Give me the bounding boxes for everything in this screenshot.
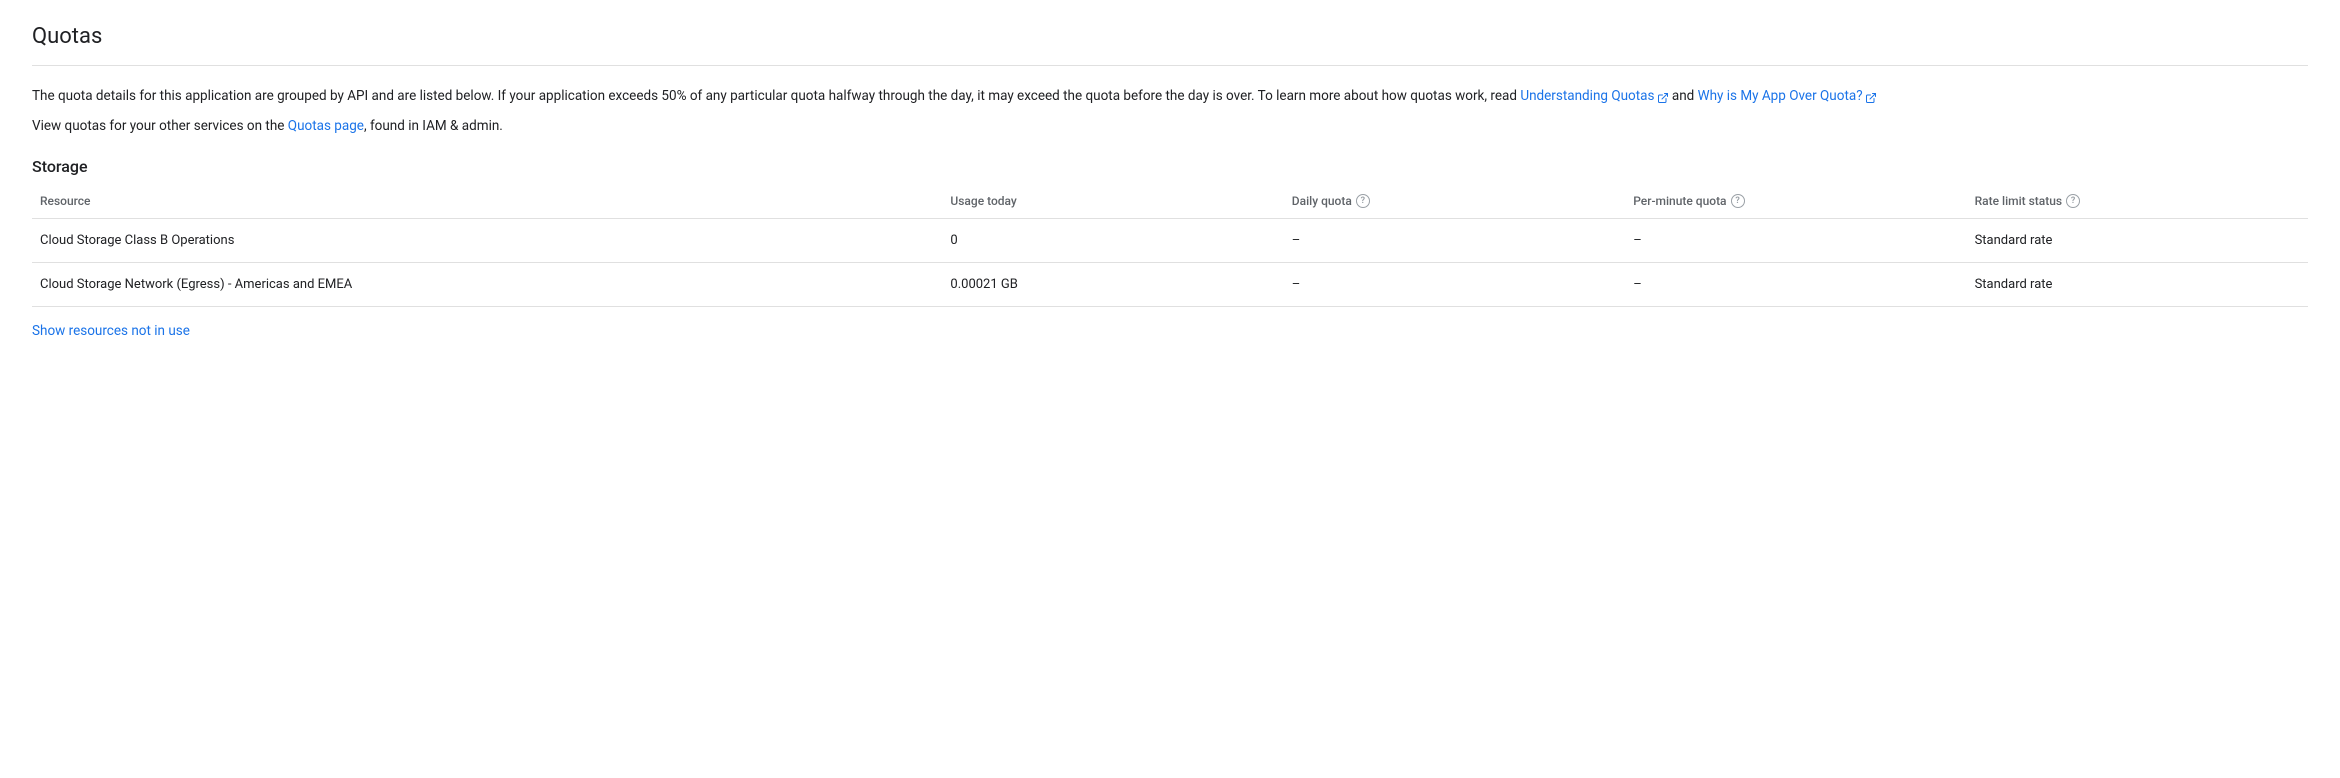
table-body: Cloud Storage Class B Operations0––Stand… — [32, 219, 2308, 307]
storage-section-title: Storage — [32, 157, 2308, 176]
cell-usage-1: 0.00021 GB — [942, 263, 1283, 307]
app-over-quota-link[interactable]: Why is My App Over Quota? — [1698, 88, 1877, 104]
table-header: Resource Usage today Daily quota ? Per-m… — [32, 184, 2308, 219]
cell-daily-1: – — [1284, 263, 1625, 307]
cell-ratelimit-1: Standard rate — [1967, 263, 2308, 307]
description-line1: The quota details for this application a… — [32, 86, 2308, 108]
table-row: Cloud Storage Class B Operations0––Stand… — [32, 219, 2308, 263]
cell-resource-0: Cloud Storage Class B Operations — [32, 219, 942, 263]
description-line1-middle: and — [1669, 88, 1698, 104]
cell-ratelimit-0: Standard rate — [1967, 219, 2308, 263]
quota-table: Resource Usage today Daily quota ? Per-m… — [32, 184, 2308, 307]
quotas-page-link[interactable]: Quotas page — [288, 118, 364, 134]
table-row: Cloud Storage Network (Egress) - America… — [32, 263, 2308, 307]
description-block: The quota details for this application a… — [32, 86, 2308, 137]
show-resources-link[interactable]: Show resources not in use — [32, 323, 190, 339]
th-usage-today: Usage today — [942, 184, 1283, 219]
description-line1-prefix: The quota details for this application a… — [32, 88, 1520, 104]
cell-resource-1: Cloud Storage Network (Egress) - America… — [32, 263, 942, 307]
th-daily-quota: Daily quota ? — [1284, 184, 1625, 219]
cell-usage-0: 0 — [942, 219, 1283, 263]
th-resource: Resource — [32, 184, 942, 219]
page-container: Quotas The quota details for this applic… — [0, 0, 2340, 363]
description-line2-prefix: View quotas for your other services on t… — [32, 118, 288, 134]
per-minute-quota-help-icon[interactable]: ? — [1731, 194, 1745, 208]
external-link-icon-1 — [1657, 90, 1669, 102]
cell-perminute-1: – — [1625, 263, 1966, 307]
th-per-minute-quota: Per-minute quota ? — [1625, 184, 1966, 219]
cell-perminute-0: – — [1625, 219, 1966, 263]
daily-quota-help-icon[interactable]: ? — [1356, 194, 1370, 208]
th-rate-limit-status: Rate limit status ? — [1967, 184, 2308, 219]
cell-daily-0: – — [1284, 219, 1625, 263]
rate-limit-help-icon[interactable]: ? — [2066, 194, 2080, 208]
description-line2-suffix: , found in IAM & admin. — [364, 118, 503, 134]
understanding-quotas-link[interactable]: Understanding Quotas — [1520, 88, 1668, 104]
description-line2: View quotas for your other services on t… — [32, 116, 2308, 138]
external-link-icon-2 — [1865, 90, 1877, 102]
page-title: Quotas — [32, 24, 2308, 66]
